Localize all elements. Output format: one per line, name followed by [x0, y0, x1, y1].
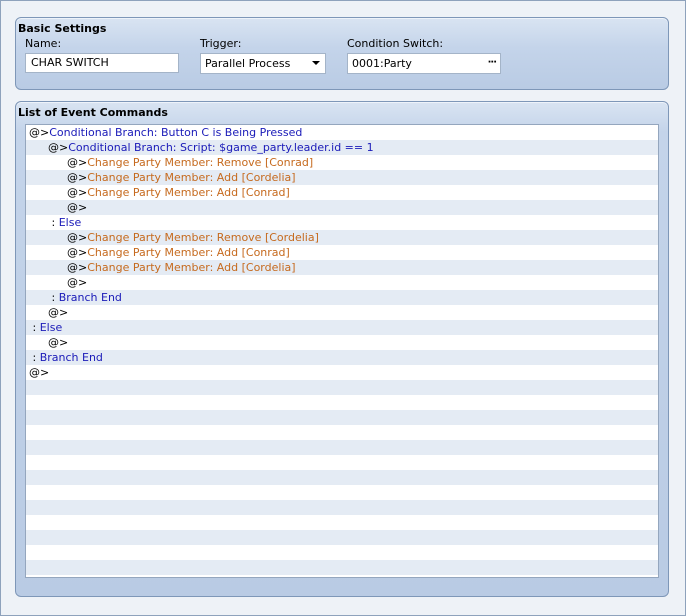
- trigger-value: Parallel Process: [205, 57, 291, 70]
- command-marker: @>: [67, 186, 88, 199]
- command-row[interactable]: @>Conditional Branch: Script: $game_part…: [26, 140, 658, 155]
- chevron-down-icon: [312, 61, 320, 65]
- empty-row[interactable]: [26, 395, 658, 410]
- command-row[interactable]: @>: [26, 365, 658, 380]
- command-row[interactable]: @>Change Party Member: Add [Cordelia]: [26, 170, 658, 185]
- command-text: Branch End: [39, 351, 103, 364]
- command-marker: :: [29, 351, 40, 364]
- command-marker: @>: [67, 156, 88, 169]
- basic-settings-title: Basic Settings: [18, 22, 107, 35]
- command-marker: @>: [67, 201, 88, 214]
- condition-switch-value: 0001:Party: [352, 57, 412, 70]
- command-marker: @>: [48, 336, 69, 349]
- empty-row[interactable]: [26, 545, 658, 560]
- command-text: Branch End: [58, 291, 122, 304]
- command-row[interactable]: @>Change Party Member: Add [Conrad]: [26, 245, 658, 260]
- condition-switch-label: Condition Switch:: [347, 37, 444, 50]
- command-marker: @>: [29, 126, 50, 139]
- empty-row[interactable]: [26, 410, 658, 425]
- event-editor-window: Basic Settings Name: CHAR SWITCH Trigger…: [0, 0, 686, 616]
- trigger-label: Trigger:: [200, 37, 242, 50]
- command-row[interactable]: @>: [26, 200, 658, 215]
- command-row[interactable]: @>Change Party Member: Remove [Conrad]: [26, 155, 658, 170]
- empty-row[interactable]: [26, 470, 658, 485]
- command-text: Conditional Branch: Script: $game_party.…: [68, 141, 374, 154]
- command-marker: :: [48, 216, 59, 229]
- command-row[interactable]: @>: [26, 335, 658, 350]
- command-marker: @>: [29, 366, 50, 379]
- browse-ellipsis-icon[interactable]: ···: [488, 55, 497, 70]
- empty-row[interactable]: [26, 380, 658, 395]
- command-row[interactable]: : Else: [26, 320, 658, 335]
- command-row[interactable]: : Branch End: [26, 350, 658, 365]
- name-field[interactable]: CHAR SWITCH: [25, 53, 179, 73]
- command-text: Change Party Member: Remove [Conrad]: [87, 156, 314, 169]
- command-text: Else: [39, 321, 63, 334]
- empty-row[interactable]: [26, 560, 658, 575]
- command-text: Change Party Member: Add [Cordelia]: [87, 261, 296, 274]
- command-text: Change Party Member: Remove [Cordelia]: [87, 231, 319, 244]
- command-marker: @>: [67, 261, 88, 274]
- command-text: Else: [58, 216, 82, 229]
- event-commands-title: List of Event Commands: [18, 106, 168, 119]
- name-label: Name:: [25, 37, 62, 50]
- trigger-select[interactable]: Parallel Process: [200, 53, 326, 74]
- command-row[interactable]: @>Conditional Branch: Button C is Being …: [26, 125, 658, 140]
- command-row[interactable]: @>Change Party Member: Remove [Cordelia]: [26, 230, 658, 245]
- command-text: Change Party Member: Add [Cordelia]: [87, 171, 296, 184]
- empty-row[interactable]: [26, 515, 658, 530]
- command-marker: @>: [48, 306, 69, 319]
- command-marker: @>: [67, 246, 88, 259]
- command-row[interactable]: @>Change Party Member: Add [Conrad]: [26, 185, 658, 200]
- command-marker: @>: [67, 171, 88, 184]
- command-marker: :: [29, 321, 40, 334]
- command-text: Change Party Member: Add [Conrad]: [87, 246, 290, 259]
- command-row[interactable]: @>: [26, 305, 658, 320]
- command-marker: @>: [67, 231, 88, 244]
- empty-row[interactable]: [26, 425, 658, 440]
- empty-row[interactable]: [26, 440, 658, 455]
- command-marker: :: [48, 291, 59, 304]
- empty-row[interactable]: [26, 530, 658, 545]
- empty-row[interactable]: [26, 455, 658, 470]
- command-row[interactable]: : Else: [26, 215, 658, 230]
- condition-switch-field[interactable]: 0001:Party ···: [347, 53, 501, 74]
- command-marker: @>: [67, 276, 88, 289]
- command-marker: @>: [48, 141, 69, 154]
- event-commands-list[interactable]: @>Conditional Branch: Button C is Being …: [25, 124, 659, 578]
- empty-row[interactable]: [26, 485, 658, 500]
- event-commands-group: List of Event Commands @>Conditional Bra…: [15, 101, 669, 597]
- empty-row[interactable]: [26, 500, 658, 515]
- command-text: Conditional Branch: Button C is Being Pr…: [49, 126, 303, 139]
- command-row[interactable]: : Branch End: [26, 290, 658, 305]
- command-row[interactable]: @>: [26, 275, 658, 290]
- command-text: Change Party Member: Add [Conrad]: [87, 186, 290, 199]
- basic-settings-group: Basic Settings Name: CHAR SWITCH Trigger…: [15, 17, 669, 90]
- command-row[interactable]: @>Change Party Member: Add [Cordelia]: [26, 260, 658, 275]
